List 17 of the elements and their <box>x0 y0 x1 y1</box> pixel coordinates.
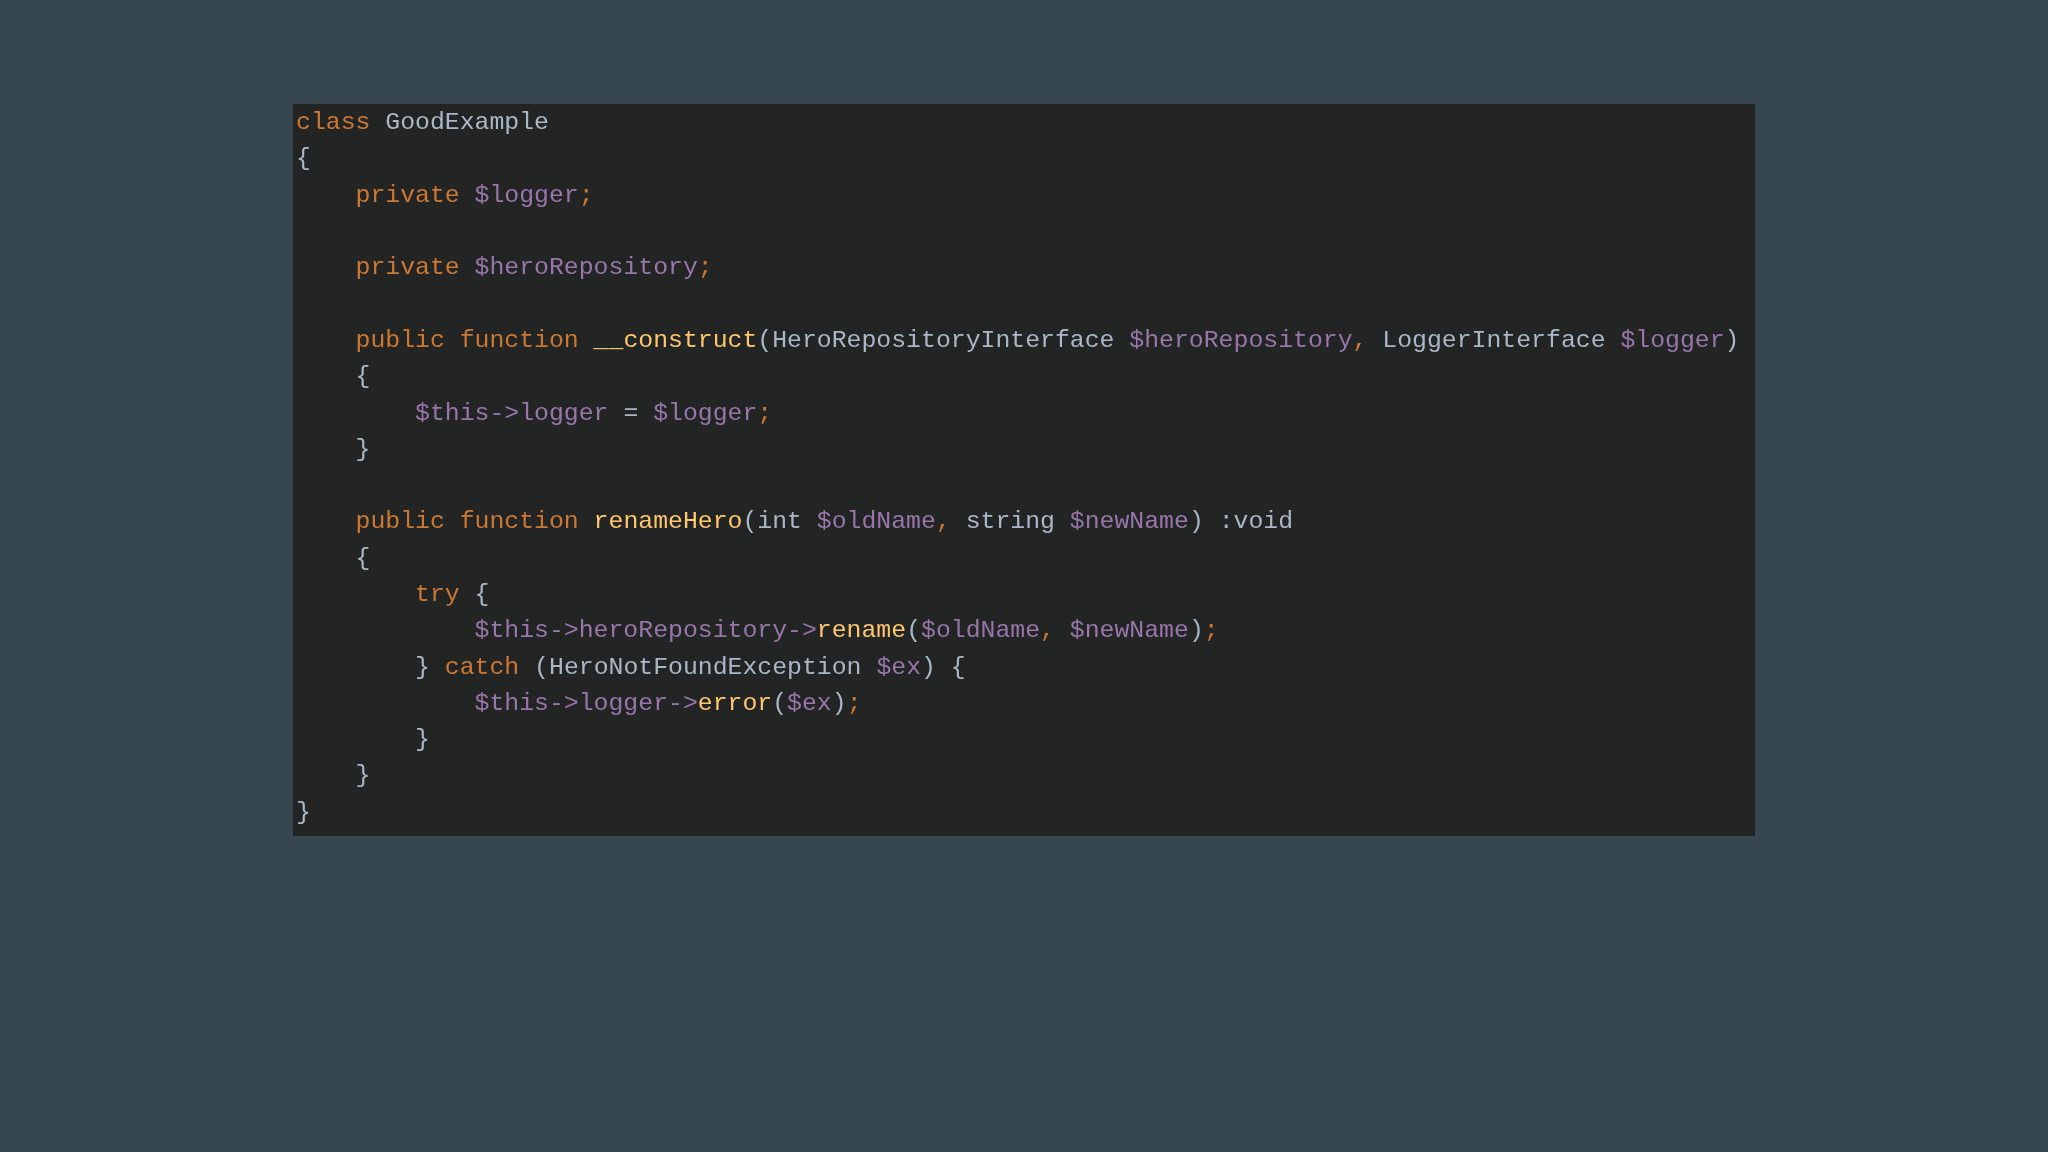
code-line: { <box>296 143 311 174</box>
code-line: class GoodExample <box>296 107 549 138</box>
code-line: } <box>296 796 311 827</box>
code-line: try { <box>414 579 490 609</box>
code-line: private $logger; <box>354 179 594 210</box>
code-line: { <box>354 361 371 392</box>
code-line: } catch (HeroNotFoundException $ex) { <box>414 651 966 682</box>
code-line: { <box>354 542 371 573</box>
code-line: $this->logger = $logger; <box>414 397 773 428</box>
code-line: public function __construct(HeroRepositoryInterface $heroRepository, LoggerInterface $logger) <box>354 324 1740 355</box>
code-line: } <box>354 433 371 464</box>
code-line: } <box>354 760 371 791</box>
code-line: public function renameHero(int $oldName, string $newName) :void <box>354 506 1294 537</box>
code-line: private $heroRepository; <box>354 252 713 283</box>
code-line: $this->heroRepository->rename($oldName, $newName); <box>473 615 1219 646</box>
code-line: $this->logger->error($ex); <box>473 687 862 718</box>
code-line: } <box>414 724 430 755</box>
